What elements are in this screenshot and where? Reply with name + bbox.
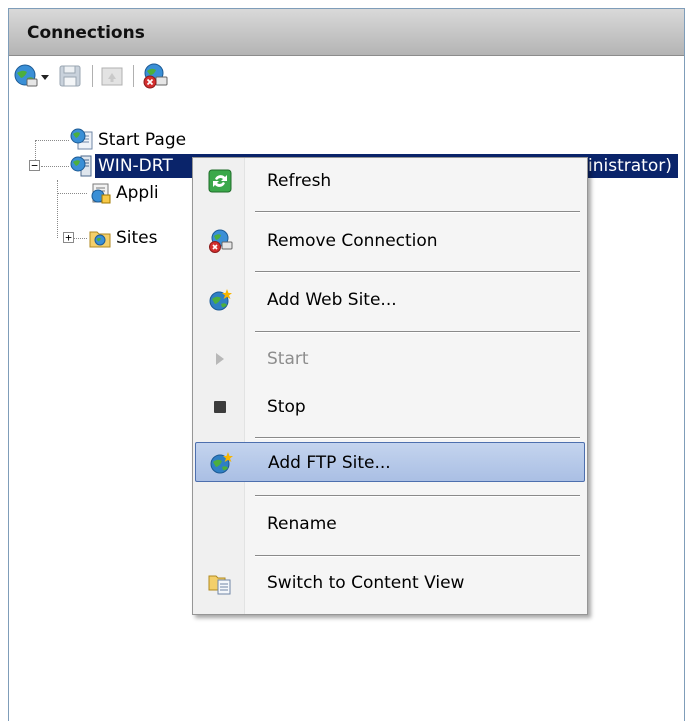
start-page-icon: [70, 128, 93, 150]
start-icon: [216, 353, 224, 365]
menu-item-remove-connection[interactable]: Remove Connection: [195, 221, 585, 261]
tree-item-start-page[interactable]: Start Page: [69, 127, 189, 153]
menu-separator: [255, 437, 580, 439]
menu-item-add-web-site[interactable]: Add Web Site...: [195, 280, 585, 320]
menu-item-label: Rename: [267, 514, 337, 534]
panel-title: Connections: [27, 23, 145, 43]
folder-up-icon: [101, 67, 123, 86]
tree-line: [35, 140, 69, 141]
add-web-site-icon: [209, 289, 232, 311]
tree-item-label: Sites: [116, 228, 158, 248]
menu-item-label: Refresh: [267, 171, 332, 191]
tree-item-label-selected: WIN-DRT: [95, 154, 173, 178]
toolbar-separator: [133, 65, 134, 87]
collapse-toggle[interactable]: −: [29, 160, 40, 171]
menu-separator: [255, 331, 580, 333]
menu-separator: [255, 555, 580, 557]
tree-line: [41, 166, 69, 167]
chevron-down-icon: [41, 75, 49, 80]
menu-item-label: Start: [267, 349, 309, 369]
menu-item-refresh[interactable]: Refresh: [195, 161, 585, 201]
tree-item-label-suffix: inistrator): [588, 154, 678, 178]
menu-item-label: Remove Connection: [267, 231, 438, 251]
stop-icon: [214, 401, 226, 413]
context-menu: Refresh Remove Connection Add Web Site..…: [192, 157, 588, 615]
menu-item-label: Stop: [267, 397, 306, 417]
menu-item-start: Start: [195, 339, 585, 379]
menu-item-label: Add Web Site...: [267, 290, 397, 310]
server-icon: [70, 155, 92, 177]
tree-item-label: Appli: [116, 183, 159, 203]
menu-item-rename[interactable]: Rename: [195, 504, 585, 544]
menu-item-switch-to-content-view[interactable]: Switch to Content View: [195, 563, 585, 603]
expand-toggle[interactable]: +: [63, 232, 74, 243]
sites-folder-icon: [89, 231, 111, 248]
application-pools-icon: [91, 183, 111, 204]
tree-line: [57, 193, 87, 194]
content-view-icon: [208, 575, 231, 595]
menu-item-label: Switch to Content View: [267, 573, 465, 593]
connect-button[interactable]: [13, 62, 39, 90]
menu-separator: [255, 495, 580, 497]
menu-item-label: Add FTP Site...: [268, 453, 391, 473]
toolbar: [9, 56, 684, 96]
menu-item-stop[interactable]: Stop: [195, 387, 585, 427]
globe-connect-icon: [14, 64, 38, 87]
menu-separator: [255, 211, 580, 213]
menu-separator: [255, 271, 580, 273]
tree-line: [57, 180, 58, 238]
toolbar-separator: [92, 65, 93, 87]
remove-connection-icon: [209, 229, 233, 253]
tree-item-label: Start Page: [98, 130, 187, 150]
connect-dropdown-button[interactable]: [40, 62, 50, 90]
save-button[interactable]: [57, 62, 83, 90]
add-ftp-site-icon: [210, 452, 233, 474]
refresh-icon: [208, 169, 232, 193]
tree-item-sites[interactable]: Sites: [87, 225, 161, 251]
floppy-disk-icon: [59, 65, 81, 87]
menu-item-add-ftp-site[interactable]: Add FTP Site...: [195, 442, 585, 482]
disconnect-button[interactable]: [141, 62, 169, 90]
panel-header: Connections: [9, 9, 684, 56]
disconnect-icon: [143, 63, 168, 89]
tree-item-application-pools[interactable]: Appli: [87, 180, 162, 206]
up-button[interactable]: [99, 62, 125, 90]
